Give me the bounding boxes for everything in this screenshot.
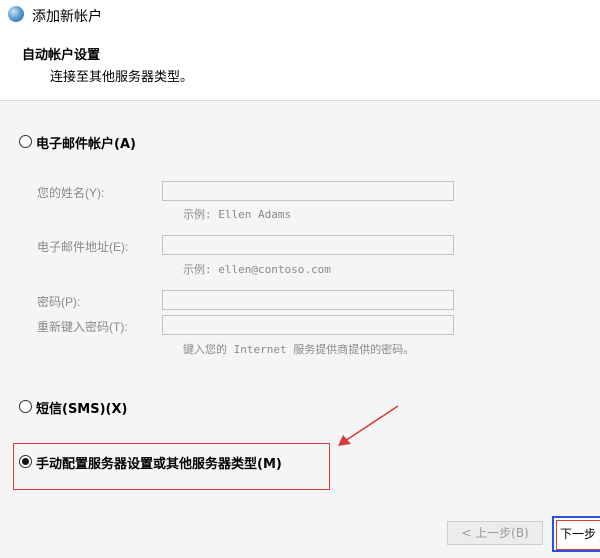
next-button-annotation bbox=[556, 520, 600, 550]
back-button[interactable]: < 上一步(B) bbox=[447, 521, 543, 545]
manual-config-radio[interactable] bbox=[19, 455, 32, 468]
manual-config-label[interactable]: 手动配置服务器设置或其他服务器类型(M) bbox=[36, 453, 282, 472]
